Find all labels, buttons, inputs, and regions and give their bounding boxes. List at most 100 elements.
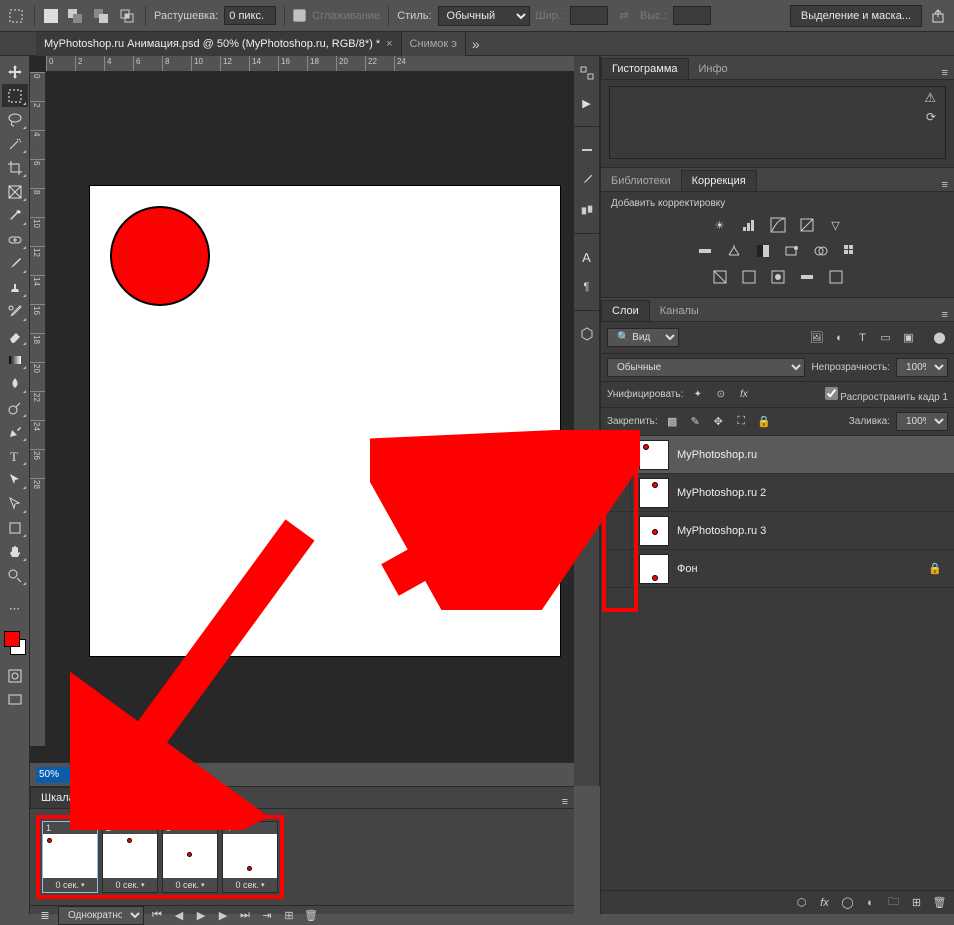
marquee-tool[interactable] (2, 84, 28, 107)
tab-histogram[interactable]: Гистограмма (601, 58, 689, 79)
first-frame-icon[interactable]: ⏮ (148, 907, 166, 925)
loop-select[interactable]: Однократно (58, 906, 144, 925)
eraser-tool[interactable] (2, 324, 28, 347)
eyedropper-tool[interactable] (2, 204, 28, 227)
layer-thumbnail[interactable] (639, 440, 669, 470)
history-panel-icon[interactable] (576, 62, 598, 84)
healing-brush-tool[interactable] (2, 228, 28, 251)
history-brush-tool[interactable] (2, 300, 28, 323)
fill-select[interactable]: 100% (896, 412, 948, 431)
visibility-toggle[interactable] (601, 474, 631, 511)
tab-info[interactable]: Инфо (689, 59, 738, 79)
status-arrow-icon[interactable]: › (181, 769, 184, 780)
type-tool[interactable]: T (2, 444, 28, 467)
direct-select-tool[interactable] (2, 492, 28, 515)
timeline-frame[interactable]: 40 сек.▾ (222, 821, 278, 893)
tab-adjustments[interactable]: Коррекция (681, 170, 757, 191)
selection-new-icon[interactable] (43, 8, 59, 24)
refresh-icon[interactable]: ⟳ (926, 110, 936, 124)
lock-all-icon[interactable]: 🔒 (756, 413, 773, 430)
gradient-map-icon[interactable] (797, 267, 817, 287)
lock-paint-icon[interactable]: ✎ (687, 413, 704, 430)
layer-row[interactable]: Фон🔒 (601, 550, 954, 588)
selective-color-icon[interactable] (826, 267, 846, 287)
actions-panel-icon[interactable]: ▶ (576, 92, 598, 114)
clone-panel-icon[interactable] (576, 199, 598, 221)
vertical-ruler[interactable]: 0246810121416182022242628 (30, 72, 46, 746)
frame-delay[interactable]: 0 сек.▾ (43, 878, 97, 892)
panel-menu-icon[interactable]: ≡ (936, 179, 954, 191)
next-frame-icon[interactable]: ▶ (214, 907, 232, 925)
filter-toggle-icon[interactable]: ⬤ (931, 329, 948, 346)
brushsettings-panel-icon[interactable] (576, 169, 598, 191)
style-select[interactable]: Обычный (438, 6, 530, 26)
magic-wand-tool[interactable] (2, 132, 28, 155)
pen-tool[interactable] (2, 420, 28, 443)
exposure-icon[interactable] (797, 215, 817, 235)
document-tab-inactive[interactable]: Снимок э (402, 32, 466, 56)
filter-smart-icon[interactable]: ▣ (900, 329, 917, 346)
last-frame-icon[interactable]: ⏭ (236, 907, 254, 925)
play-icon[interactable]: ▶ (192, 907, 210, 925)
char-panel-icon[interactable]: A (576, 246, 598, 268)
unify-style-icon[interactable]: fx (735, 386, 752, 403)
panel-menu-icon[interactable]: ≡ (556, 796, 574, 808)
path-select-tool[interactable] (2, 468, 28, 491)
lock-artboard-icon[interactable]: ⛶ (733, 413, 750, 430)
frame-delay[interactable]: 0 сек.▾ (223, 878, 277, 892)
delete-frame-icon[interactable]: 🗑 (302, 907, 320, 925)
lookup-icon[interactable] (840, 241, 860, 261)
share-icon[interactable] (928, 6, 948, 26)
prev-frame-icon[interactable]: ◀ (170, 907, 188, 925)
filter-shape-icon[interactable]: ▭ (877, 329, 894, 346)
quick-mask-icon[interactable] (2, 664, 28, 687)
layer-thumbnail[interactable] (639, 516, 669, 546)
new-group-icon[interactable]: 🗀 (885, 894, 902, 911)
horizontal-ruler[interactable]: 024681012141618202224 (46, 56, 574, 72)
brightness-icon[interactable]: ☀ (710, 215, 730, 235)
tab-timeline[interactable]: Шкала времени (30, 787, 133, 808)
brush-tool[interactable] (2, 252, 28, 275)
timeline-frame[interactable]: 20 сек.▾ (102, 821, 158, 893)
zoom-input[interactable] (36, 767, 80, 783)
feather-input[interactable] (224, 6, 276, 25)
warning-icon[interactable]: ⚠ (924, 90, 936, 106)
new-adjustment-icon[interactable]: ◐ (862, 894, 879, 911)
filter-image-icon[interactable]: 🖼 (808, 329, 825, 346)
color-swatches[interactable] (4, 631, 26, 663)
timeline-frame[interactable]: 10 сек.▾ (42, 821, 98, 893)
3d-panel-icon[interactable] (576, 323, 598, 345)
frame-delay[interactable]: 0 сек.▾ (103, 878, 157, 892)
hand-tool[interactable] (2, 540, 28, 563)
selection-intersect-icon[interactable] (117, 6, 137, 26)
tab-channels[interactable]: Каналы (650, 301, 709, 321)
brush-panel-icon[interactable] (576, 139, 598, 161)
lock-position-icon[interactable]: ✥ (710, 413, 727, 430)
close-tab-icon[interactable]: × (386, 38, 392, 50)
color-balance-icon[interactable] (724, 241, 744, 261)
edit-toolbar-icon[interactable]: ⋯ (2, 597, 28, 620)
tabs-overflow-icon[interactable]: » (466, 36, 486, 52)
timeline-frame[interactable]: 30 сек.▾ (162, 821, 218, 893)
channel-mixer-icon[interactable] (811, 241, 831, 261)
foreground-color-swatch[interactable] (4, 631, 20, 647)
blend-mode-select[interactable]: Обычные (607, 358, 805, 377)
frame-delay[interactable]: 0 сек.▾ (163, 878, 217, 892)
filter-type-icon[interactable]: T (854, 329, 871, 346)
lock-transparency-icon[interactable]: ▩ (664, 413, 681, 430)
convert-timeline-icon[interactable]: ≣ (36, 907, 54, 925)
screen-mode-icon[interactable] (2, 688, 28, 711)
move-tool[interactable] (2, 60, 28, 83)
tab-libraries[interactable]: Библиотеки (601, 171, 681, 191)
unify-visibility-icon[interactable]: ⊙ (712, 386, 729, 403)
shape-tool[interactable] (2, 516, 28, 539)
vibrance-icon[interactable]: ▽ (826, 215, 846, 235)
layer-row[interactable]: MyPhotoshop.ru 2 (601, 474, 954, 512)
panel-menu-icon[interactable]: ≡ (936, 309, 954, 321)
gradient-tool[interactable] (2, 348, 28, 371)
panel-menu-icon[interactable]: ≡ (936, 67, 954, 79)
visibility-toggle[interactable] (601, 550, 631, 587)
selection-add-icon[interactable] (65, 6, 85, 26)
hue-icon[interactable] (695, 241, 715, 261)
new-layer-icon[interactable]: ⊞ (908, 894, 925, 911)
